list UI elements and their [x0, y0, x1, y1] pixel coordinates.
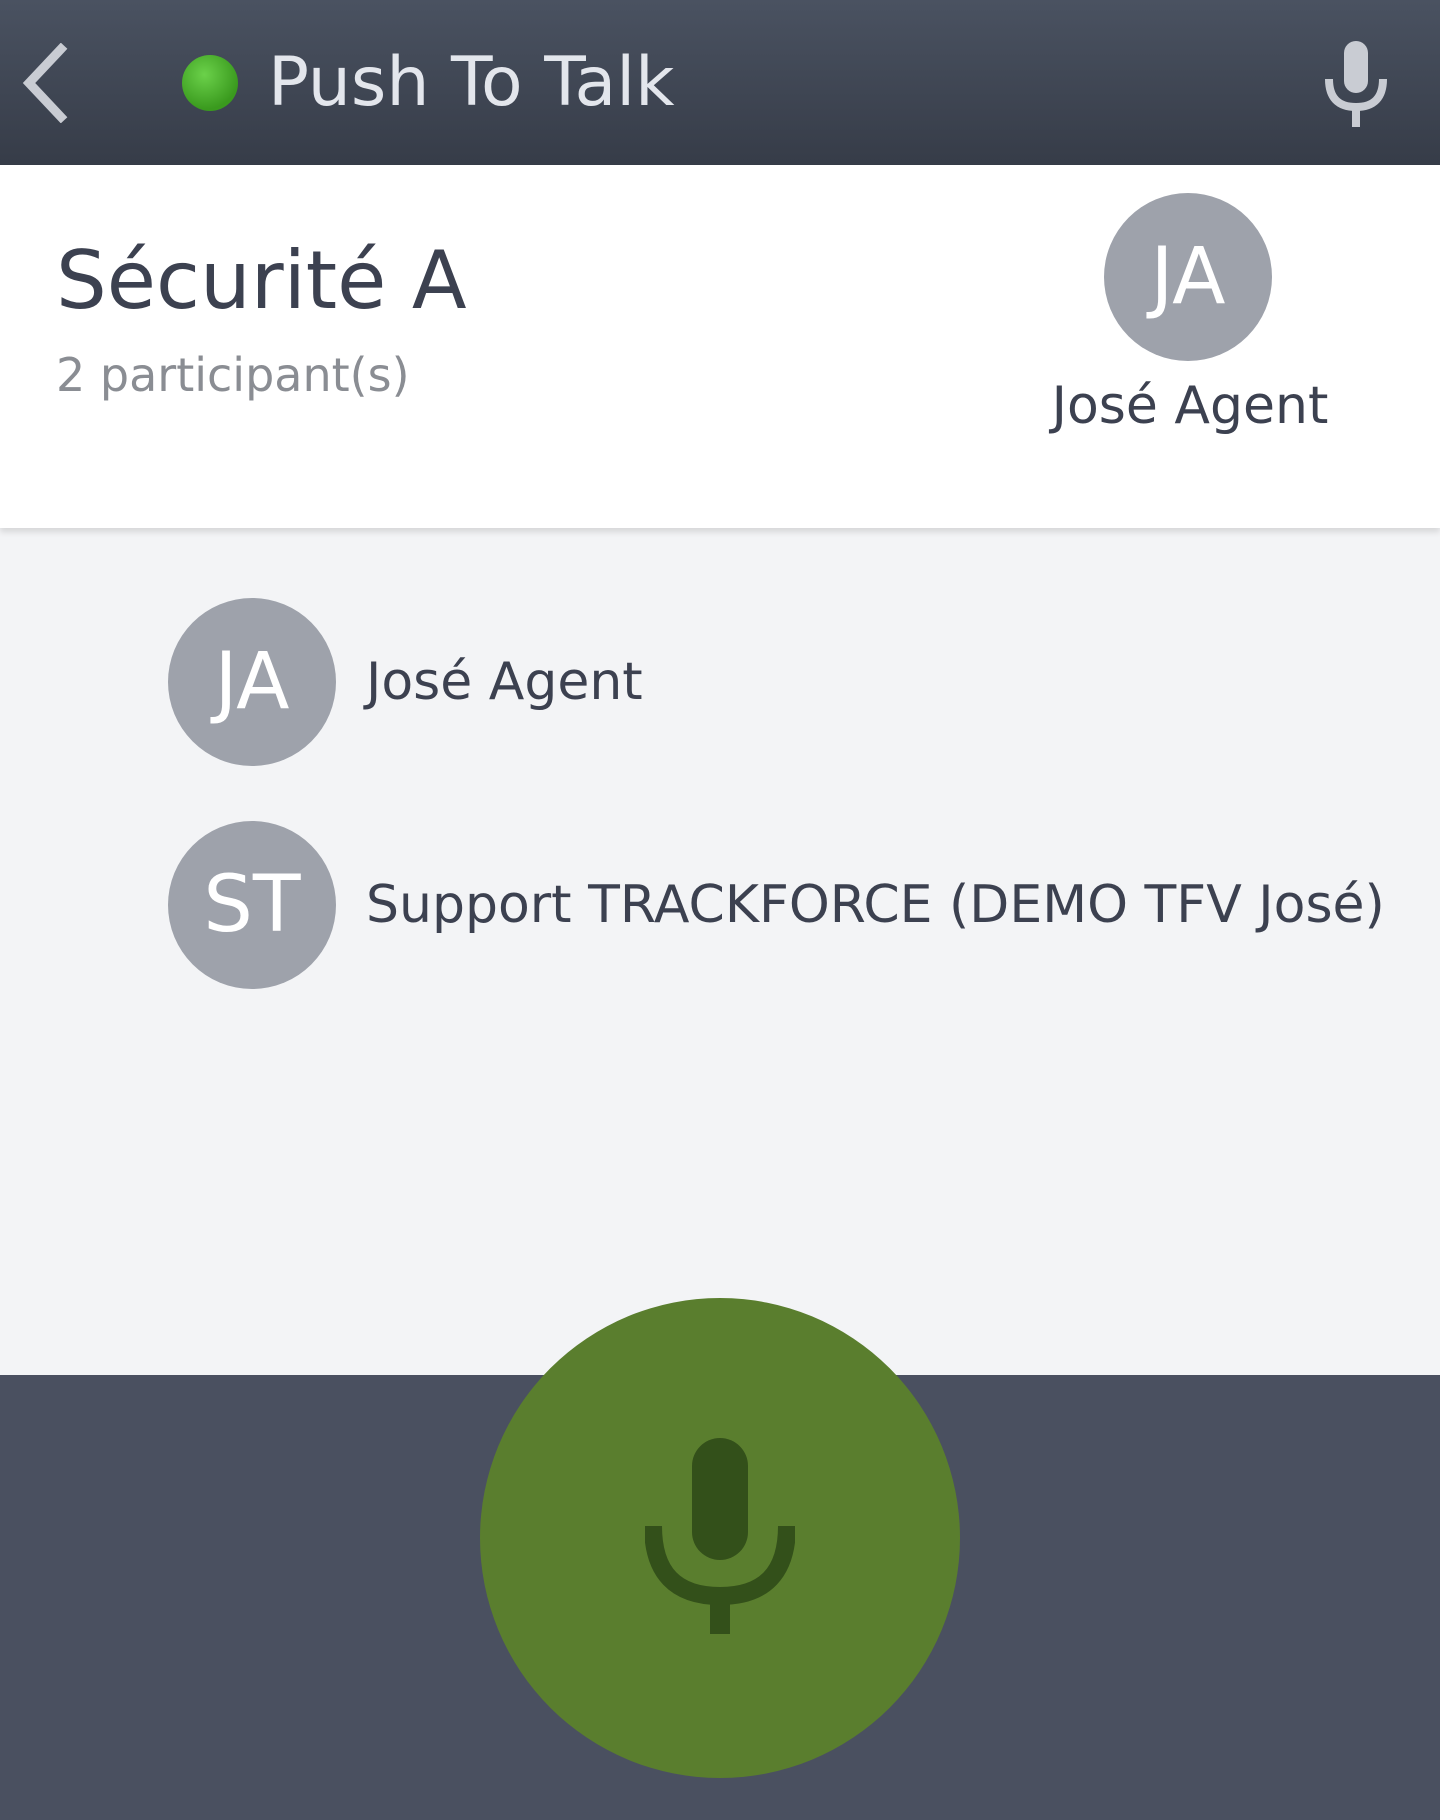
microphone-icon: [1325, 41, 1387, 127]
microphone-button[interactable]: [1316, 34, 1396, 134]
channel-header: Sécurité A 2 participant(s) JA José Agen…: [0, 165, 1440, 528]
avatar: JA: [1104, 193, 1272, 361]
avatar: JA: [168, 598, 336, 766]
channel-name: Sécurité A: [56, 234, 467, 327]
participant-count: 2 participant(s): [56, 348, 410, 402]
current-speaker: JA José Agent: [1010, 193, 1370, 453]
chevron-left-icon: [22, 42, 68, 123]
participant-row[interactable]: JA José Agent: [168, 598, 643, 766]
participant-name: Support TRACKFORCE (DEMO TFV José): [366, 875, 1385, 935]
push-to-talk-button[interactable]: [480, 1298, 960, 1778]
back-button[interactable]: [10, 35, 80, 130]
avatar: ST: [168, 821, 336, 989]
participant-row[interactable]: ST Support TRACKFORCE (DEMO TFV José): [168, 821, 1385, 989]
online-status-indicator: [182, 55, 238, 111]
app-bar: Push To Talk: [0, 0, 1440, 165]
app-title: Push To Talk: [268, 43, 675, 122]
participant-name: José Agent: [366, 652, 643, 712]
microphone-icon: [645, 1438, 795, 1634]
current-speaker-name: José Agent: [1051, 376, 1329, 436]
